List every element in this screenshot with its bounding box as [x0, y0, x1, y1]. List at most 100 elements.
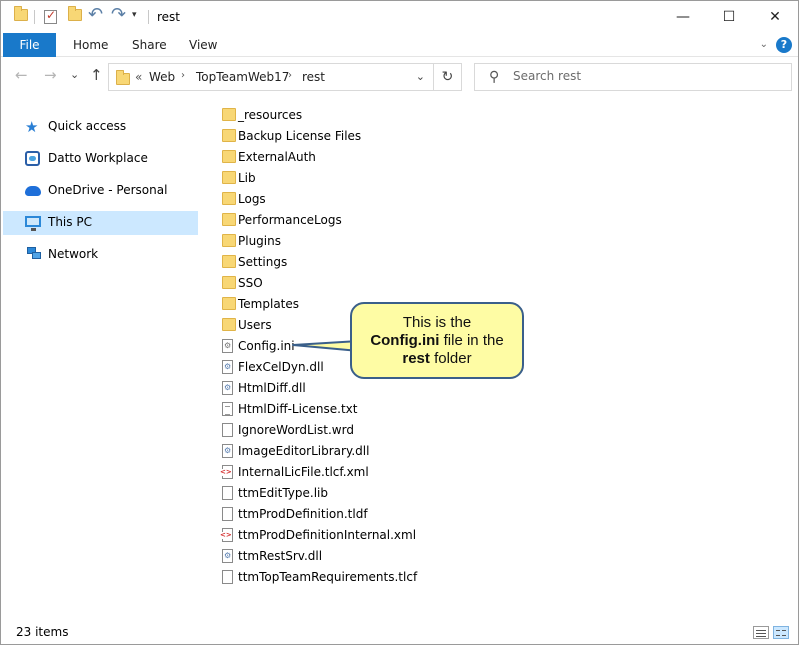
nav-item-label: This PC — [48, 215, 92, 229]
file-row[interactable]: ExternalAuth — [219, 147, 499, 168]
file-name: ttmProdDefinitionInternal.xml — [238, 528, 417, 542]
nav-item-network[interactable]: Network — [3, 243, 198, 267]
file-row[interactable]: IgnoreWordList.wrd — [219, 420, 499, 441]
search-input[interactable] — [513, 69, 773, 83]
file-row[interactable]: Logs — [219, 189, 499, 210]
config-file-icon — [222, 339, 233, 353]
nav-item-label: Datto Workplace — [48, 151, 148, 165]
expand-ribbon-chevron-icon[interactable]: ⌄ — [760, 39, 768, 50]
file-name: SSO — [238, 276, 263, 290]
xml-file-icon — [220, 465, 233, 479]
help-icon[interactable]: ? — [776, 37, 792, 53]
xml-file-icon — [220, 528, 233, 542]
dll-file-icon — [222, 549, 233, 563]
maximize-button[interactable]: ☐ — [706, 1, 752, 33]
ribbon-tabs: File Home Share View ⌄ ? — [1, 33, 798, 57]
back-button[interactable]: ← — [15, 68, 28, 83]
search-box[interactable]: ⚲ — [474, 63, 792, 91]
minimize-button[interactable]: — — [660, 1, 706, 33]
tab-share[interactable]: Share — [132, 33, 167, 57]
folder-icon — [222, 318, 236, 331]
navigation-row: ← → ⌄ ↑ « Web › TopTeamWeb17 › rest ⌄ ↻ … — [1, 57, 798, 97]
search-icon: ⚲ — [489, 69, 500, 85]
file-row[interactable]: ttmTopTeamRequirements.tlcf — [219, 567, 499, 588]
folder-icon — [222, 213, 236, 226]
file-row[interactable]: PerformanceLogs — [219, 210, 499, 231]
network-icon — [25, 247, 41, 261]
file-name: ttmRestSrv.dll — [238, 549, 323, 563]
breadcrumb-rest[interactable]: rest — [302, 70, 325, 84]
file-icon — [222, 486, 233, 500]
file-name: ttmTopTeamRequirements.tlcf — [238, 570, 418, 584]
redo-icon[interactable]: ↷ — [111, 6, 126, 24]
file-row[interactable]: SSO — [219, 273, 499, 294]
file-row[interactable]: ttmRestSrv.dll — [219, 546, 499, 567]
file-icon — [222, 423, 233, 437]
folder-icon — [222, 297, 236, 310]
title-bar: ↶ ↷ ▾ rest — ☐ ✕ — [1, 1, 798, 33]
file-row[interactable]: ImageEditorLibrary.dll — [219, 441, 499, 462]
recent-locations-dropdown[interactable]: ⌄ — [70, 69, 79, 80]
dll-file-icon — [222, 360, 233, 374]
nav-item-datto-workplace[interactable]: Datto Workplace — [3, 147, 198, 171]
file-name: ttmProdDefinition.tldf — [238, 507, 368, 521]
up-button[interactable]: ↑ — [90, 68, 103, 83]
file-row[interactable]: ttmProdDefinition.tldf — [219, 504, 499, 525]
callout-folder-name: rest — [402, 350, 430, 367]
onedrive-cloud-icon — [25, 186, 41, 196]
dll-file-icon — [222, 444, 233, 458]
file-row[interactable]: Settings — [219, 252, 499, 273]
breadcrumb-separator[interactable]: › — [181, 70, 185, 81]
explorer-window: ↶ ↷ ▾ rest — ☐ ✕ File Home Share View ⌄ … — [0, 0, 799, 645]
file-name: PerformanceLogs — [238, 213, 342, 227]
file-row[interactable]: ttmProdDefinitionInternal.xml — [219, 525, 499, 546]
nav-item-label: Network — [48, 247, 99, 261]
annotation-callout: This is the Config.ini file in the rest … — [350, 302, 524, 379]
address-dropdown-icon[interactable]: ⌄ — [416, 70, 425, 83]
file-row[interactable]: Lib — [219, 168, 499, 189]
navigation-pane: ★ Quick access Datto Workplace OneDrive … — [1, 99, 201, 619]
file-name: Backup License Files — [238, 129, 362, 143]
file-row[interactable]: HtmlDiff.dll — [219, 378, 499, 399]
customize-toolbar-dropdown-icon[interactable]: ▾ — [132, 10, 137, 20]
properties-check-icon[interactable] — [44, 8, 57, 24]
tab-home[interactable]: Home — [73, 33, 108, 57]
file-row[interactable]: HtmlDiff-License.txt — [219, 399, 499, 420]
nav-item-onedrive[interactable]: OneDrive - Personal — [3, 179, 198, 203]
quick-access-star-icon: ★ — [25, 118, 39, 136]
breadcrumb-web[interactable]: Web — [149, 70, 175, 84]
folder-icon — [222, 108, 236, 121]
folder-icon — [222, 234, 236, 247]
datto-workplace-icon — [25, 151, 40, 166]
large-icons-view-icon[interactable] — [773, 626, 789, 639]
undo-icon[interactable]: ↶ — [88, 6, 103, 24]
item-count: 23 items — [16, 625, 69, 639]
file-name: Lib — [238, 171, 256, 185]
file-name: Config.ini — [238, 339, 295, 353]
breadcrumb-overflow[interactable]: « — [135, 70, 142, 84]
callout-line-3: rest folder — [402, 350, 472, 367]
breadcrumb-topteamweb17[interactable]: TopTeamWeb17 — [196, 70, 289, 84]
file-row[interactable]: _resources — [219, 105, 499, 126]
address-bar[interactable]: « Web › TopTeamWeb17 › rest ⌄ — [108, 63, 434, 91]
forward-button[interactable]: → — [44, 68, 57, 83]
breadcrumb-separator[interactable]: › — [288, 70, 292, 81]
callout-line-2: Config.ini file in the — [370, 332, 504, 349]
folder-icon[interactable] — [14, 6, 28, 21]
file-name: ttmEditType.lib — [238, 486, 328, 500]
tab-file[interactable]: File — [3, 33, 56, 57]
file-name: Settings — [238, 255, 288, 269]
file-row[interactable]: Backup License Files — [219, 126, 499, 147]
tab-view[interactable]: View — [189, 33, 217, 57]
new-folder-icon[interactable] — [68, 6, 82, 21]
details-view-icon[interactable] — [753, 626, 769, 639]
file-name: ImageEditorLibrary.dll — [238, 444, 370, 458]
callout-line-1: This is the — [402, 314, 472, 331]
close-button[interactable]: ✕ — [752, 1, 798, 33]
file-row[interactable]: ttmEditType.lib — [219, 483, 499, 504]
refresh-button[interactable]: ↻ — [434, 63, 462, 91]
file-row[interactable]: Plugins — [219, 231, 499, 252]
file-row[interactable]: InternalLicFile.tlcf.xml — [219, 462, 499, 483]
nav-item-quick-access[interactable]: ★ Quick access — [3, 115, 198, 139]
nav-item-this-pc[interactable]: This PC — [3, 211, 198, 235]
